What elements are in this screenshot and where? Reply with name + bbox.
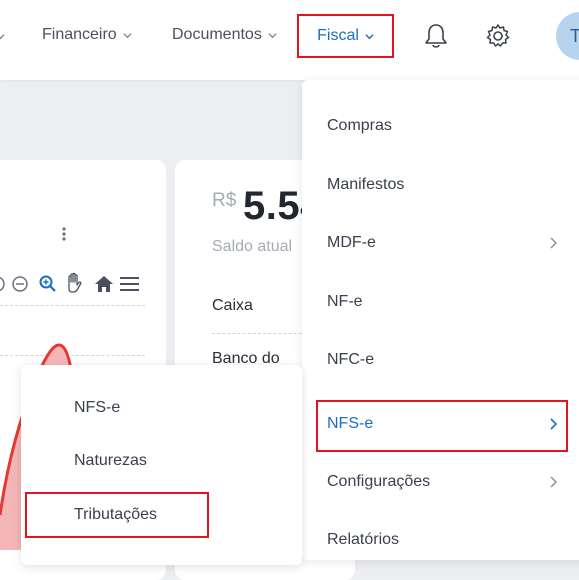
currency-symbol: R$ <box>212 190 237 211</box>
zoom-in-icon[interactable] <box>0 274 5 294</box>
chevron-right-icon <box>550 418 557 430</box>
menu-item-relatorios[interactable]: Relatórios <box>327 531 399 549</box>
chevron-right-icon <box>550 476 557 488</box>
top-navbar: Financeiro Documentos Fiscal T <box>0 0 579 80</box>
nav-documentos-label: Documentos <box>172 26 262 43</box>
fiscal-dropdown-menu: Compras Manifestos MDF-e NF-e NFC-e NFS-… <box>302 80 579 560</box>
nav-financeiro-label: Financeiro <box>42 26 117 43</box>
menu-icon[interactable] <box>120 276 140 292</box>
chevron-down-icon <box>365 32 374 41</box>
balance-caption: Saldo atual <box>212 238 293 255</box>
notifications-bell-icon[interactable] <box>423 22 451 50</box>
nav-fiscal-label: Fiscal <box>317 27 359 44</box>
menu-item-nfe[interactable]: NF-e <box>327 293 363 311</box>
chart-gridline <box>0 305 145 306</box>
account-row-caixa: Caixa <box>212 297 253 314</box>
chevron-down-icon[interactable] <box>0 32 5 41</box>
nav-documentos[interactable]: Documentos <box>172 26 277 44</box>
menu-item-nfce[interactable]: NFC-e <box>327 351 374 369</box>
nfse-submenu: NFS-e Naturezas Tributações <box>21 365 302 565</box>
chevron-down-icon <box>268 31 277 40</box>
submenu-item-naturezas[interactable]: Naturezas <box>74 452 147 470</box>
home-icon[interactable] <box>94 275 114 293</box>
submenu-item-tributacoes[interactable]: Tributações <box>74 506 157 524</box>
user-avatar[interactable]: T <box>556 12 579 60</box>
zoom-out-icon[interactable] <box>11 275 29 293</box>
nav-fiscal[interactable]: Fiscal <box>297 14 394 58</box>
menu-item-mdfe[interactable]: MDF-e <box>327 234 376 252</box>
avatar-initial: T <box>570 25 579 46</box>
menu-item-manifestos[interactable]: Manifestos <box>327 176 404 194</box>
more-options-icon[interactable] <box>62 227 66 241</box>
submenu-item-nfse[interactable]: NFS-e <box>74 399 120 417</box>
magnify-icon[interactable] <box>38 274 58 294</box>
menu-item-configuracoes[interactable]: Configurações <box>327 473 430 491</box>
chevron-down-icon <box>123 31 132 40</box>
nav-financeiro[interactable]: Financeiro <box>42 26 132 44</box>
pan-hand-icon[interactable] <box>64 272 84 294</box>
menu-item-nfse[interactable]: NFS-e <box>327 415 373 433</box>
row-divider <box>212 333 312 334</box>
settings-gear-icon[interactable] <box>484 22 512 50</box>
chevron-right-icon <box>550 237 557 249</box>
menu-item-compras[interactable]: Compras <box>327 117 392 135</box>
